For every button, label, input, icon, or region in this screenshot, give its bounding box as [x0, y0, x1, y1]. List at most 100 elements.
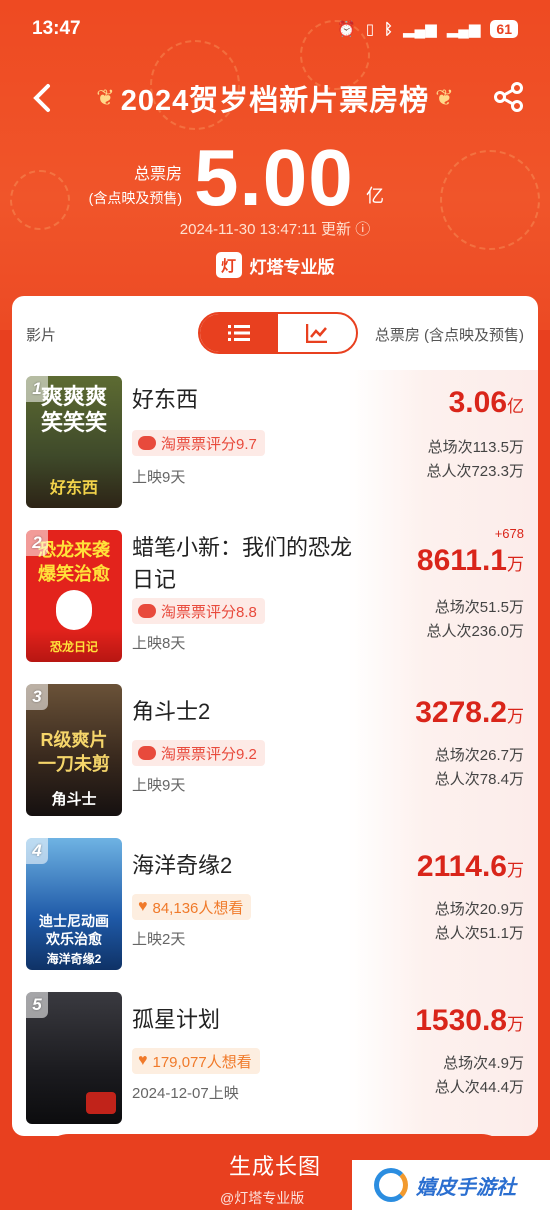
release-info: 上映9天: [132, 469, 186, 486]
box-value: 2114.6: [416, 850, 507, 883]
taopiaopiao-icon: [138, 436, 156, 450]
film-poster: R级爽片 一刀未剪 角斗士 3: [26, 684, 122, 816]
film-row[interactable]: R级爽片 一刀未剪 角斗士 3 角斗士2 淘票票评分9.2 上映9天 3278.2…: [12, 678, 538, 832]
brand-badge: 灯 灯塔专业版: [0, 252, 550, 278]
list-view-tab[interactable]: [200, 314, 278, 352]
total-viewers: 总人次78.4万: [434, 771, 524, 788]
total-viewers: 总人次236.0万: [426, 623, 524, 640]
poster-text: 好东西: [49, 480, 98, 497]
status-bar: 13:47 ⏰ ▯ ᛒ ▂▄▆ ▂▄▆ 61: [0, 0, 550, 58]
rating-badge: 淘票票评分8.8: [132, 598, 265, 624]
heart-icon: ♥: [138, 1052, 148, 1069]
status-time: 13:47: [32, 18, 81, 39]
box-unit: 万: [507, 861, 524, 880]
heart-icon: ♥: [138, 898, 148, 915]
brand-label: 灯塔专业版: [249, 257, 335, 277]
list-icon: [228, 325, 250, 341]
want-count: 179,077人想看: [152, 1053, 252, 1071]
brand-mark-icon: [374, 1168, 408, 1202]
battery-indicator: 61: [490, 20, 518, 38]
film-box-office: 3278.2万: [415, 696, 524, 730]
film-title: 角斗士2: [132, 699, 211, 724]
total-shows: 总场次113.5万: [427, 439, 524, 456]
box-unit: 万: [507, 555, 524, 574]
total-label-note: (含点映及预售): [88, 190, 182, 206]
release-info: 上映2天: [132, 931, 186, 948]
view-toggle: [198, 312, 358, 354]
character-illustration: [56, 590, 92, 630]
rank-badge: 3: [26, 684, 48, 710]
film-title: 海洋奇缘2: [132, 853, 233, 878]
taopiaopiao-icon: [138, 604, 156, 618]
ranking-panel: 影片 总票房 (含点映及预售) 爽爽爽 笑笑笑 好东西 1 好东西 淘票票评分9…: [12, 296, 538, 1136]
film-title: 孤星计划: [132, 1007, 221, 1032]
want-count: 84,136人想看: [152, 899, 244, 917]
film-title: 好东西: [132, 387, 199, 412]
rank-badge: 1: [26, 376, 48, 402]
page-title: 2024贺岁档新片票房榜: [120, 85, 430, 117]
status-icons: ⏰ ▯ ᛒ ▂▄▆ ▂▄▆ 61: [337, 20, 518, 38]
box-unit: 万: [507, 1015, 524, 1034]
film-box-office: 8611.1万: [417, 544, 524, 578]
update-time[interactable]: 2024-11-30 13:47:11 更新 ⓘ: [0, 218, 550, 239]
box-value: 3278.2: [415, 696, 507, 729]
poster-accent: [86, 1092, 116, 1114]
corner-brand-text: 嬉皮手游社: [416, 1176, 516, 1199]
poster-text: 迪士尼动画 欢乐治愈: [39, 913, 109, 947]
release-info: 上映9天: [132, 777, 186, 794]
rating-badge: 淘票票评分9.2: [132, 740, 265, 766]
taopiaopiao-icon: [138, 746, 156, 760]
film-title: 蜡笔小新：我们的恐龙日记: [132, 535, 353, 592]
total-shows: 总场次20.9万: [434, 901, 524, 918]
film-poster: 迪士尼动画 欢乐治愈 海洋奇缘2 4: [26, 838, 122, 970]
film-row[interactable]: 恐龙来袭 爆笑治愈 恐龙日记 2 蜡笔小新：我们的恐龙日记 淘票票评分8.8 上映…: [12, 524, 538, 678]
rating-badge: 淘票票评分9.7: [132, 430, 265, 456]
column-film-label: 影片: [26, 327, 57, 344]
poster-text: 角斗士: [51, 791, 97, 808]
film-row[interactable]: 迪士尼动画 欢乐治愈 海洋奇缘2 4 海洋奇缘2 ♥ 84,136人想看 上映2天…: [12, 832, 538, 986]
wheat-right-icon: ❦: [435, 85, 454, 110]
signal-icon: ▂▄▆: [403, 21, 437, 38]
back-button[interactable]: [28, 80, 58, 116]
release-info: 上映8天: [132, 635, 186, 652]
total-viewers: 总人次44.4万: [434, 1079, 524, 1096]
poster-text: R级爽片 一刀未剪: [38, 730, 110, 774]
share-icon: [494, 82, 523, 112]
alarm-icon: ⏰: [337, 21, 356, 38]
film-box-office: 2114.6万: [417, 850, 524, 884]
film-row[interactable]: 爽爽爽 笑笑笑 好东西 1 好东西 淘票票评分9.7 上映9天 3.06亿 总场次…: [12, 370, 538, 524]
share-button[interactable]: [492, 80, 526, 114]
vibrate-icon: ▯: [365, 21, 374, 38]
poster-text: 海洋奇缘2: [46, 952, 102, 966]
box-value: 8611.1: [416, 544, 507, 577]
corner-brand-logo: 嬉皮手游社: [352, 1160, 550, 1210]
total-unit: 亿: [366, 186, 384, 206]
release-info: 2024-12-07上映: [132, 1085, 239, 1102]
box-value: 1530.8: [415, 1004, 507, 1037]
total-shows: 总场次26.7万: [434, 747, 524, 764]
film-poster: 恐龙来袭 爆笑治愈 恐龙日记 2: [26, 530, 122, 662]
nav-bar: ❦ 2024贺岁档新片票房榜 ❦: [0, 70, 550, 126]
total-label: 总票房 (含点映及预售): [82, 160, 182, 208]
watermark: @灯塔专业版: [220, 1190, 305, 1206]
rating-text: 淘票票评分9.2: [161, 745, 257, 763]
film-box-office: 1530.8万: [415, 1004, 524, 1038]
chart-view-tab[interactable]: [278, 314, 356, 352]
want-badge: ♥ 84,136人想看: [132, 894, 252, 920]
total-viewers: 总人次723.3万: [426, 463, 524, 480]
chart-icon: [306, 324, 327, 343]
film-row[interactable]: 5 孤星计划 ♥ 179,077人想看 2024-12-07上映 1530.8万…: [12, 986, 538, 1136]
rating-text: 淘票票评分9.7: [161, 435, 257, 453]
box-value: 3.06: [448, 386, 507, 419]
poster-text: 恐龙日记: [49, 640, 98, 654]
signal-icon: ▂▄▆: [446, 21, 481, 38]
rank-badge: 2: [26, 530, 48, 556]
film-box-office: 3.06亿: [449, 386, 524, 420]
lighthouse-logo-icon: 灯: [215, 252, 242, 278]
total-box-office: 5.00: [194, 133, 354, 222]
column-total-label: 总票房 (含点映及预售): [374, 327, 524, 344]
box-unit: 亿: [507, 397, 524, 416]
film-poster: 5: [26, 992, 122, 1124]
chevron-left-icon: [33, 84, 50, 112]
total-shows: 总场次4.9万: [443, 1055, 524, 1072]
